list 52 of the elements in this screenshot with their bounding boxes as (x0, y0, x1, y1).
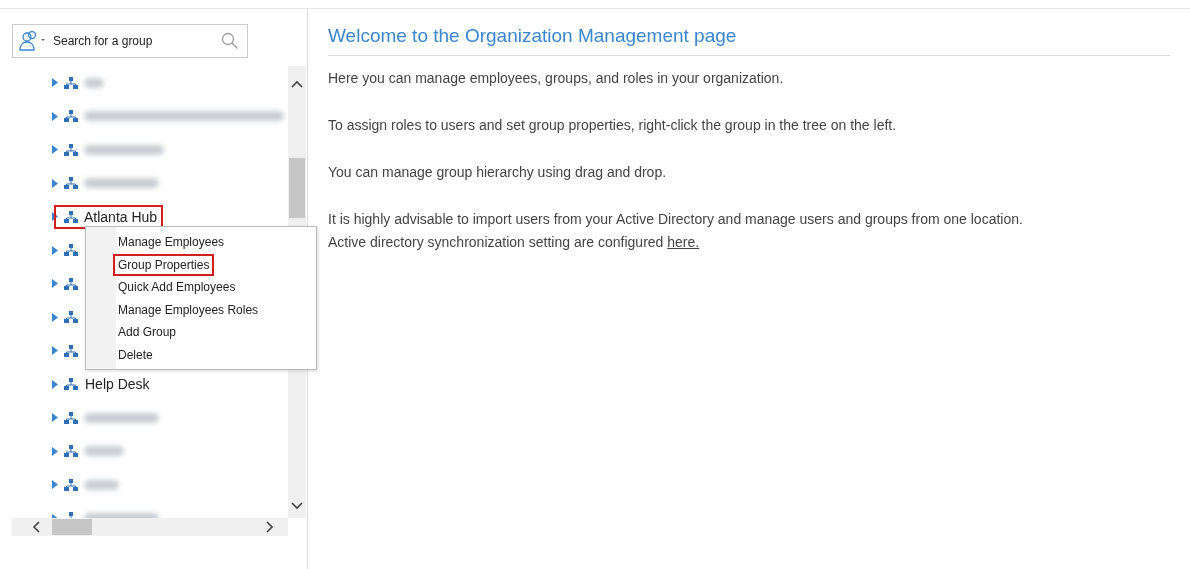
search-field[interactable]: Search for a group (12, 24, 248, 58)
expand-arrow-icon[interactable] (52, 111, 58, 121)
scroll-left-icon[interactable] (32, 521, 40, 533)
hierarchy-icon (64, 76, 78, 89)
expand-arrow-icon[interactable] (52, 379, 58, 389)
hierarchy-icon (64, 478, 78, 491)
blurred-label (84, 77, 104, 88)
expand-arrow-icon[interactable] (52, 312, 58, 322)
page-title: Welcome to the Organization Management page (328, 25, 1170, 56)
menu-item[interactable]: Delete (113, 343, 158, 366)
hierarchy-icon (64, 277, 78, 290)
expand-arrow-icon[interactable] (52, 245, 58, 255)
hierarchy-icon (64, 411, 78, 424)
hierarchy-icon (64, 110, 78, 123)
expand-arrow-icon[interactable] (52, 279, 58, 289)
expand-arrow-icon[interactable] (52, 78, 58, 88)
blurred-label (84, 479, 119, 490)
hierarchy-icon (64, 177, 78, 190)
expand-arrow-icon[interactable] (52, 480, 58, 490)
hierarchy-icon (64, 143, 78, 156)
search-icon[interactable] (221, 32, 239, 50)
scroll-thumb[interactable] (289, 158, 305, 218)
blurred-label (84, 446, 124, 457)
scroll-down-icon[interactable] (291, 502, 303, 510)
expand-arrow-icon[interactable] (52, 178, 58, 188)
menu-item[interactable]: Add Group (113, 321, 182, 344)
hierarchy-icon (64, 210, 78, 223)
menu-item[interactable]: Manage Employees (113, 231, 230, 254)
expand-arrow-icon[interactable] (52, 145, 58, 155)
scroll-right-icon[interactable] (266, 521, 274, 533)
horizontal-scrollbar[interactable] (12, 518, 288, 536)
hierarchy-icon (64, 244, 78, 257)
menu-item[interactable]: Group Properties (113, 253, 215, 276)
menu-item[interactable]: Quick Add Employees (113, 276, 241, 299)
expand-arrow-icon[interactable] (52, 212, 58, 222)
users-icon (19, 31, 47, 51)
expand-arrow-icon[interactable] (52, 413, 58, 423)
hierarchy-icon (64, 311, 78, 324)
scroll-up-icon[interactable] (291, 80, 303, 88)
paragraph: Here you can manage employees, groups, and roles in your organization. (328, 69, 785, 88)
hierarchy-icon (64, 445, 78, 458)
expand-arrow-icon[interactable] (52, 446, 58, 456)
expand-arrow-icon[interactable] (52, 346, 58, 356)
here-link[interactable]: here. (667, 234, 700, 250)
hierarchy-icon (64, 344, 78, 357)
scroll-thumb[interactable] (52, 519, 92, 535)
group-label[interactable]: Help Desk (83, 372, 156, 397)
hierarchy-icon (64, 378, 78, 391)
paragraph: To assign roles to users and set group properties, right-click the group in the tree on the left. (328, 116, 898, 135)
paragraph: It is highly advisable to import users from your Active Directory and manage users and groups from one location. Active directory synchronization setting are configured here. (328, 210, 1024, 252)
paragraph: You can manage group hierarchy using drag and drop. (328, 163, 668, 182)
menu-item[interactable]: Manage Employees Roles (113, 298, 264, 321)
